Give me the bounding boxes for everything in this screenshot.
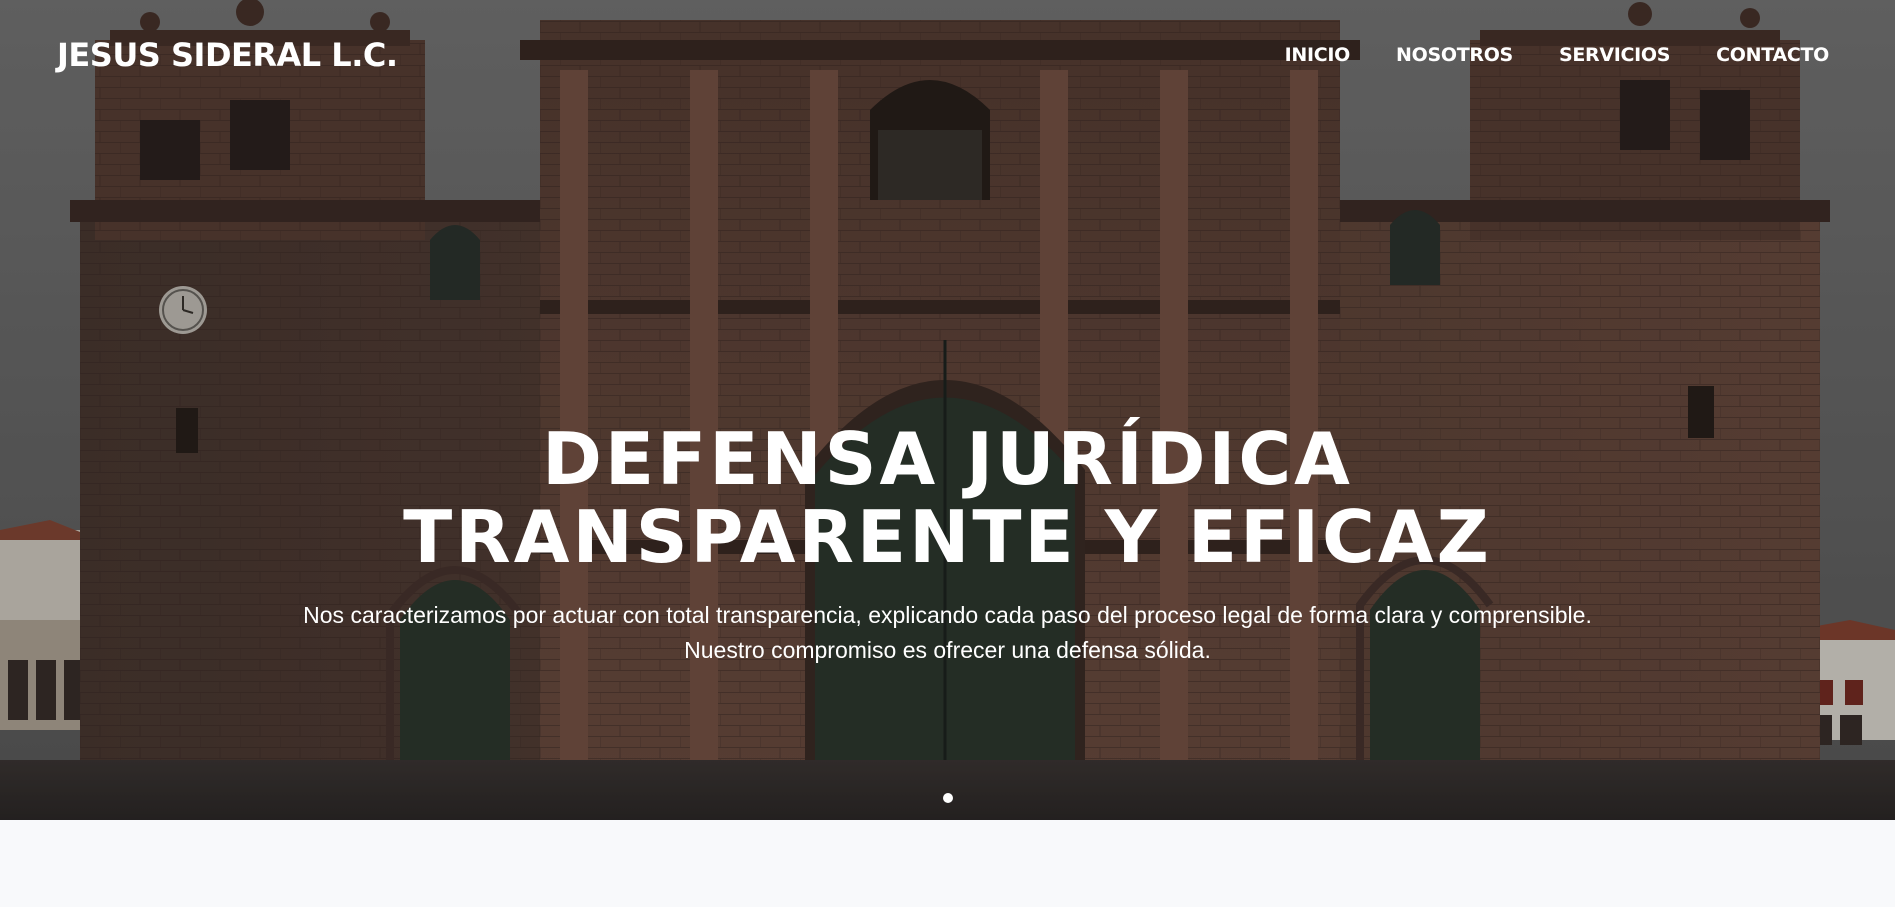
carousel-indicator-dot[interactable] [943, 793, 953, 803]
hero-content: DEFENSA JURÍDICA TRANSPARENTE Y EFICAZ N… [0, 420, 1895, 668]
nav-link-nosotros[interactable]: NOSOTROS [1396, 44, 1513, 66]
main-navbar: JESUS SIDERAL L.C. INICIO NOSOTROS SERVI… [0, 0, 1895, 115]
hero-section: JESUS SIDERAL L.C. INICIO NOSOTROS SERVI… [0, 0, 1895, 820]
nav-link-servicios[interactable]: SERVICIOS [1559, 44, 1671, 66]
hero-subtitle: Nos caracterizamos por actuar con total … [228, 598, 1668, 668]
hero-subtitle-line-1: Nos caracterizamos por actuar con total … [303, 602, 1592, 628]
next-section [0, 820, 1895, 907]
hero-dark-overlay [0, 0, 1895, 820]
brand-logo-link[interactable]: JESUS SIDERAL L.C. [57, 36, 398, 74]
hero-title: DEFENSA JURÍDICA TRANSPARENTE Y EFICAZ [403, 417, 1492, 579]
nav-link-inicio[interactable]: INICIO [1285, 44, 1351, 66]
hero-subtitle-line-2: Nuestro compromiso es ofrecer una defens… [684, 637, 1211, 663]
nav-links: INICIO NOSOTROS SERVICIOS CONTACTO [1239, 44, 1830, 66]
nav-link-contacto[interactable]: CONTACTO [1716, 44, 1829, 66]
